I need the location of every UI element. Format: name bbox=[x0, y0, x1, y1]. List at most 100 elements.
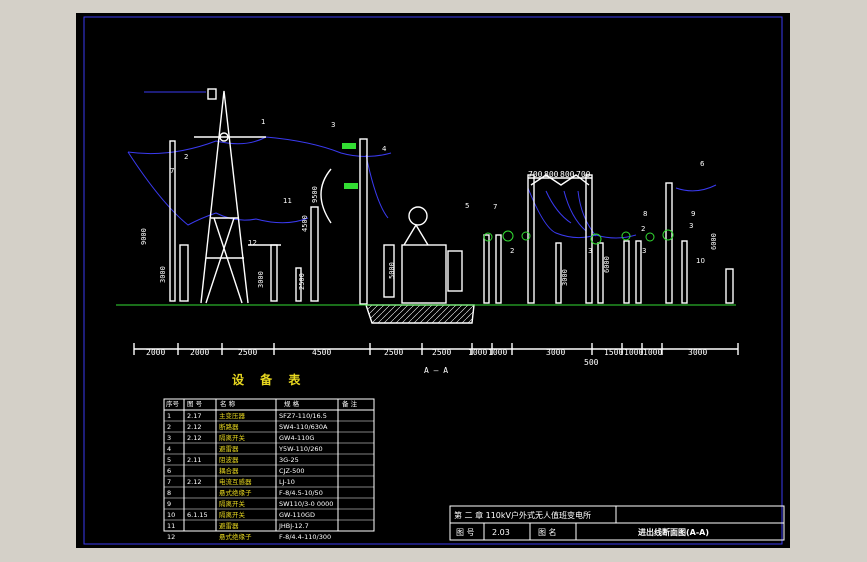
height-dim-5: 2500 bbox=[298, 273, 306, 290]
table-cell-no: 1 bbox=[167, 412, 171, 420]
table-cell-spec: LJ-10 bbox=[279, 478, 295, 486]
gantry-right bbox=[483, 174, 734, 304]
transformer bbox=[365, 206, 475, 324]
callout-8: 8 bbox=[643, 210, 647, 218]
bus-droppers bbox=[545, 190, 597, 237]
bottom-dim-4: 4500 bbox=[312, 348, 331, 357]
table-header: 图 号 bbox=[187, 400, 203, 408]
fig-name: 进出线断面图(A-A) bbox=[638, 527, 709, 537]
height-dim-10: 5000 bbox=[388, 262, 396, 279]
bottom-dim-8: 1000 bbox=[488, 348, 507, 357]
callout-6: 6 bbox=[700, 160, 705, 168]
table-title: 设 备 表 bbox=[232, 372, 306, 387]
callout-15: 3 bbox=[642, 247, 646, 255]
section-label: A — A bbox=[424, 366, 448, 375]
callout-11: 11 bbox=[283, 197, 292, 205]
bottom-dim-6: 2500 bbox=[432, 348, 451, 357]
table-header: 备 注 bbox=[342, 399, 358, 408]
drawing-canvas: 1 2 3 4 5 6 7 8 9 10 11 12 2 3 3 7 2 3 9… bbox=[83, 16, 785, 545]
table-cell-name: 电流互感器 bbox=[219, 477, 252, 486]
lattice-tower bbox=[194, 88, 266, 304]
height-dim-4: 3000 bbox=[257, 271, 265, 288]
top-spacing-dims: 700 800 800 700 bbox=[528, 170, 591, 179]
table-cell-spec: Y5W-110/260 bbox=[278, 445, 323, 453]
bottom-dim-2: 2000 bbox=[190, 348, 209, 357]
table-cell-ref: 2.12 bbox=[187, 434, 201, 442]
gantry-center bbox=[310, 138, 368, 305]
table-cell-spec: SFZ7-110/16.5 bbox=[279, 412, 327, 420]
table-cell-name: 隔离开关 bbox=[219, 499, 246, 508]
table-cell-name: 主变压器 bbox=[219, 411, 246, 420]
table-cell-spec: SW110/3-0 0000 bbox=[279, 500, 333, 508]
drop-line bbox=[365, 154, 389, 219]
fig-no-label: 图 号 bbox=[456, 528, 475, 537]
table-cell-spec: JHBJ-12.7 bbox=[278, 522, 309, 530]
project-title: 第 二 章 110kV户外式无人值班变电所 bbox=[454, 510, 591, 520]
callout-9: 9 bbox=[691, 210, 695, 218]
callout-5: 5 bbox=[465, 202, 469, 210]
table-cell-no: 6 bbox=[167, 467, 171, 475]
table-cell-ref: 2.12 bbox=[187, 478, 201, 486]
table-cell-no: 9 bbox=[167, 500, 171, 508]
table-cell-spec: F-8/4.4-110/300 bbox=[279, 533, 331, 541]
top-dim-3: 800 bbox=[560, 170, 575, 179]
table-cell-no: 3 bbox=[167, 434, 171, 442]
table-cell-ref: 2.12 bbox=[187, 423, 201, 431]
fig-name-label: 图 名 bbox=[538, 527, 557, 537]
bottom-dim-10: 1500 bbox=[604, 348, 623, 357]
table-cell-spec: SW4-110/630A bbox=[279, 423, 328, 431]
table-cell-spec: F-8/4.5-10/50 bbox=[279, 489, 323, 497]
table-cell-no: 10 bbox=[167, 511, 175, 519]
overhead-line-2 bbox=[127, 151, 309, 226]
table-cell-name: 断路器 bbox=[219, 422, 239, 431]
height-dim-8: 3000 bbox=[561, 269, 569, 286]
bottom-dim-9: 3000 bbox=[546, 348, 565, 357]
top-dim-4: 700 bbox=[576, 170, 591, 179]
table-cell-name: 悬式绝缘子 bbox=[219, 532, 252, 541]
table-cell-name: 隔离开关 bbox=[219, 433, 246, 442]
height-dim-9: 6000 bbox=[710, 233, 718, 250]
callout-12: 12 bbox=[248, 239, 257, 247]
bus-line-right bbox=[675, 184, 717, 192]
bottom-dim-7: 1000 bbox=[468, 348, 487, 357]
bottom-dim-extra: 500 bbox=[584, 358, 599, 367]
callout-14: 3 bbox=[588, 247, 592, 255]
left-supports bbox=[169, 140, 302, 302]
table-cell-spec: GW4-110G bbox=[279, 434, 314, 442]
callout-4: 4 bbox=[382, 145, 387, 153]
table-cell-ref: 2.17 bbox=[187, 412, 201, 420]
callout-16: 7 bbox=[170, 167, 174, 175]
fig-no: 2.03 bbox=[492, 528, 510, 537]
top-dim-1: 700 bbox=[528, 170, 543, 179]
height-dim-7: 6000 bbox=[603, 256, 611, 273]
table-cell-name: 阻波器 bbox=[219, 455, 239, 464]
table-header: 序号 bbox=[166, 399, 180, 408]
table-cell-spec: GW-110GD bbox=[279, 511, 315, 519]
callout-3: 3 bbox=[331, 121, 335, 129]
height-dim-2: 9500 bbox=[311, 186, 319, 203]
table-cell-no: 5 bbox=[167, 456, 171, 464]
table-cell-no: 7 bbox=[167, 478, 171, 486]
bottom-dim-3: 2500 bbox=[238, 348, 257, 357]
bottom-dim-1: 2000 bbox=[146, 348, 165, 357]
height-dim-1: 9000 bbox=[140, 228, 148, 245]
table-cell-spec: 3G-25 bbox=[279, 456, 299, 464]
table-cell-no: 12 bbox=[167, 533, 175, 541]
bottom-dim-11: 1000 bbox=[624, 348, 643, 357]
bottom-dim-12: 1000 bbox=[643, 348, 662, 357]
table-cell-ref: 6.1.15 bbox=[187, 511, 208, 519]
callout-7: 7 bbox=[493, 203, 497, 211]
height-dim-3: 3000 bbox=[159, 266, 167, 283]
bottom-dimension-chain: 2000 2000 2500 4500 2500 2500 1000 1000 … bbox=[133, 343, 739, 375]
callouts: 1 2 3 4 5 6 7 8 9 10 11 12 2 3 3 7 2 3 bbox=[170, 118, 705, 265]
callout-17: 2 bbox=[641, 225, 645, 233]
table-cell-no: 2 bbox=[167, 423, 171, 431]
equipment-table: 序号 图 号 名 称 规 格 备 注 1 2.17 主变压器 SFZ7-110/16.… bbox=[163, 398, 375, 541]
callout-10: 10 bbox=[696, 257, 705, 265]
bus-line-left bbox=[527, 187, 637, 239]
cad-viewport[interactable]: 1 2 3 4 5 6 7 8 9 10 11 12 2 3 3 7 2 3 9… bbox=[76, 13, 790, 548]
callout-13: 2 bbox=[510, 247, 514, 255]
table-cell-name: 耦合器 bbox=[219, 466, 239, 475]
top-dim-2: 800 bbox=[544, 170, 559, 179]
table-cell-name: 悬式绝缘子 bbox=[219, 488, 252, 497]
